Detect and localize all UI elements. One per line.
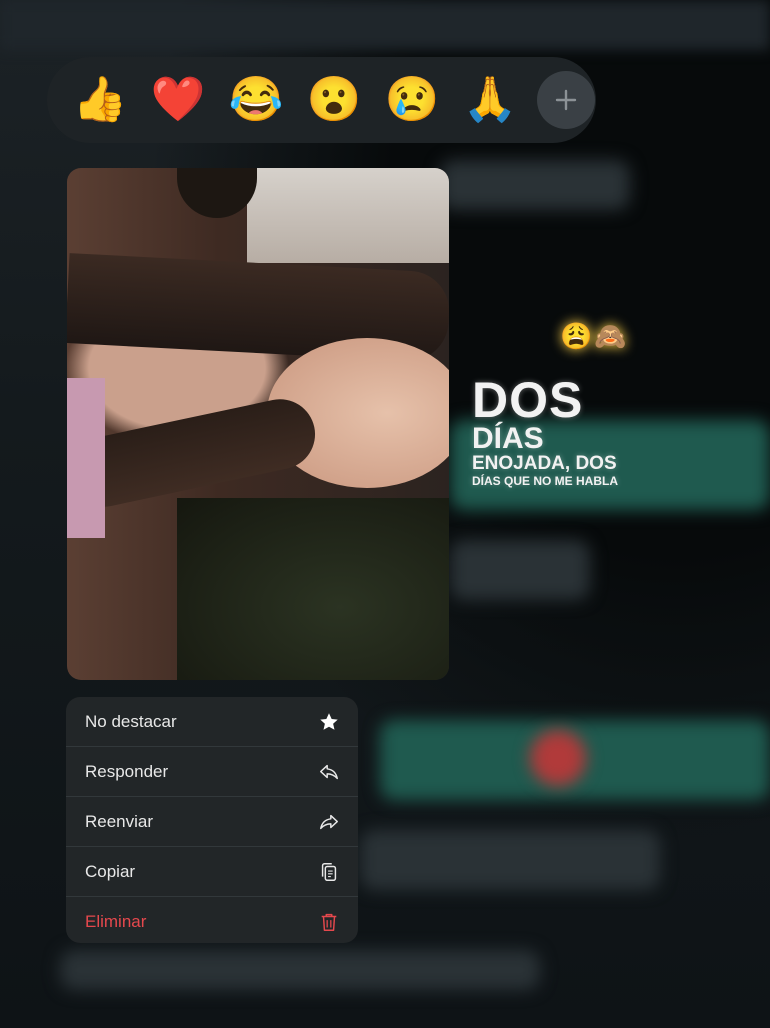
photo-background-detail (247, 168, 449, 263)
blurred-avatar (530, 730, 586, 786)
photo-detail (67, 392, 322, 514)
star-icon (320, 712, 338, 730)
blurred-message (450, 540, 590, 600)
blurred-message (360, 830, 660, 890)
reaction-heart[interactable]: ❤️ (139, 61, 217, 139)
photo-background-detail (177, 168, 257, 218)
reaction-bar: 👍 ❤️ 😂 😮 😢 🙏 (47, 57, 596, 143)
copy-icon (321, 862, 337, 881)
reaction-crying[interactable]: 😢 (373, 61, 451, 139)
forward-icon (320, 814, 338, 829)
trash-icon (321, 913, 337, 931)
status-line-3: ENOJADA, DOS (472, 453, 617, 474)
reaction-laughing[interactable]: 😂 (217, 61, 295, 139)
message-context-menu: No destacar Responder Reenviar Copiar El… (66, 697, 358, 943)
blurred-message (440, 160, 630, 210)
menu-item-reply[interactable]: Responder (66, 747, 358, 797)
see-no-evil-emoji: 🙈 (594, 320, 627, 351)
status-line-1: DOS (472, 372, 584, 428)
reaction-thumbs-up[interactable]: 👍 (61, 61, 139, 139)
status-emojis: 😩 🙈 (560, 318, 630, 354)
status-text-overlay: DOS DÍAS ENOJADA, DOS DÍAS QUE NO ME HAB… (472, 372, 619, 488)
reaction-surprised[interactable]: 😮 (295, 61, 373, 139)
blurred-chat-header (0, 0, 770, 50)
menu-item-delete[interactable]: Eliminar (66, 897, 358, 943)
plus-icon (555, 89, 577, 111)
weary-emoji: 😩 (560, 320, 593, 351)
menu-item-forward[interactable]: Reenviar (66, 797, 358, 847)
blurred-message (60, 950, 540, 990)
photo-detail (67, 378, 105, 538)
status-line-4: DÍAS QUE NO ME HABLA (472, 474, 619, 488)
reaction-praying[interactable]: 🙏 (451, 61, 529, 139)
photo-message[interactable] (67, 168, 449, 680)
menu-item-label: Reenviar (85, 811, 154, 831)
photo-detail (177, 498, 449, 680)
menu-item-label: No destacar (85, 711, 177, 731)
more-reactions-button[interactable] (537, 71, 595, 129)
status-line-2: DÍAS (472, 422, 544, 455)
menu-item-copy[interactable]: Copiar (66, 847, 358, 897)
menu-item-label: Eliminar (85, 911, 147, 931)
menu-item-label: Responder (85, 761, 169, 781)
reply-icon (320, 764, 338, 779)
menu-item-unstar[interactable]: No destacar (66, 697, 358, 747)
menu-item-label: Copiar (85, 861, 136, 881)
